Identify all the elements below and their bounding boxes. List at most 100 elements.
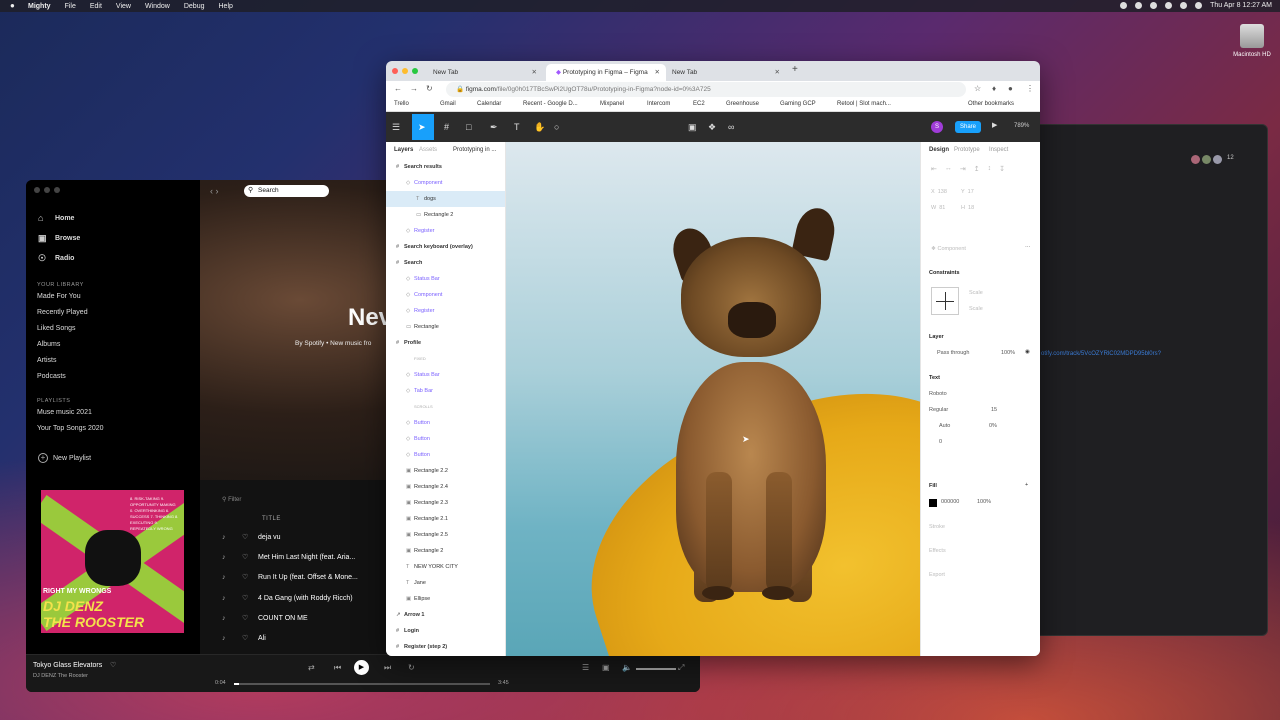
shape-tool-icon[interactable]: □ (466, 122, 471, 132)
reload-icon[interactable]: ↻ (426, 84, 433, 93)
layer-row[interactable]: ◇ Button (386, 447, 505, 463)
menu-icon[interactable]: ⋮ (1026, 84, 1034, 93)
share-button[interactable]: Share (955, 121, 981, 133)
layer-row[interactable]: ▣ Rectangle 2.5 (386, 527, 505, 543)
tab-layers[interactable]: Layers (394, 147, 413, 153)
layer-row[interactable]: ▭ Rectangle (386, 319, 505, 335)
bookmark[interactable]: Greenhouse (726, 101, 759, 107)
library-item[interactable]: Liked Songs (37, 325, 76, 332)
library-item[interactable]: Artists (37, 357, 56, 364)
history-nav[interactable]: ‹ › (210, 186, 219, 196)
bookmark[interactable]: Trello (394, 101, 409, 107)
line-height[interactable]: Auto (939, 423, 950, 429)
layer-row[interactable]: ◇ Component (386, 287, 505, 303)
track-row[interactable]: ♪ ♡ Run It Up (feat. Offset & Mone... (222, 573, 358, 582)
shuffle-icon[interactable]: ⇄ (308, 663, 315, 672)
library-item[interactable]: Podcasts (37, 373, 66, 380)
y-field[interactable]: Y 17 (961, 189, 974, 195)
library-item[interactable]: Albums (37, 341, 60, 348)
layer-row[interactable]: # Login (386, 623, 505, 639)
bookmark[interactable]: Gaming GCP (780, 101, 816, 107)
letter-spacing[interactable]: 0% (989, 423, 997, 429)
layer-row[interactable]: ◇ Register (386, 223, 505, 239)
close-window-button[interactable] (392, 68, 398, 74)
crop-icon[interactable]: ▣ (688, 122, 697, 133)
add-fill-icon[interactable]: + (1025, 482, 1028, 488)
bookmark[interactable]: Retool | Slot mach... (837, 101, 891, 107)
wifi-icon[interactable] (1165, 2, 1173, 9)
layer-row[interactable]: ▣ Rectangle 2.2 (386, 463, 505, 479)
align-left-icon[interactable]: ⇤ (931, 165, 937, 173)
menu-view[interactable]: View (116, 3, 131, 10)
search-input[interactable]: ⚲ Search (244, 185, 329, 197)
tab-inspect[interactable]: Inspect (989, 147, 1008, 153)
other-bookmarks[interactable]: Other bookmarks (968, 101, 1014, 107)
zoom-level[interactable]: 789% (1014, 123, 1029, 129)
heart-icon[interactable]: ♡ (242, 614, 258, 622)
playlist-item[interactable]: Muse music 2021 (37, 409, 92, 416)
status-icon[interactable] (1120, 2, 1128, 9)
close-tab-icon[interactable]: ✕ (532, 64, 537, 81)
h-field[interactable]: H 18 (961, 205, 974, 211)
playlist-item[interactable]: Your Top Songs 2020 (37, 425, 104, 432)
layer-row[interactable]: ◇ Component (386, 175, 505, 191)
bookmark[interactable]: Recent - Google D... (523, 101, 578, 107)
blend-mode[interactable]: Pass through (937, 350, 969, 356)
layer-row[interactable]: Tdogs (386, 191, 505, 207)
layer-row[interactable]: ▣ Rectangle 2.4 (386, 479, 505, 495)
bookmark[interactable]: Intercom (647, 101, 670, 107)
minimize-window-button[interactable] (402, 68, 408, 74)
now-playing-artist[interactable]: DJ DENZ The Rooster (33, 673, 88, 679)
background-window[interactable]: 12 otify.com/track/5VcOZYRlC02MDPD95bl0r… (1000, 124, 1268, 636)
status-icon[interactable] (1135, 2, 1143, 9)
new-playlist-button[interactable]: + New Playlist (38, 453, 91, 463)
fill-swatch[interactable] (929, 499, 937, 507)
tab-prototype[interactable]: Prototype (954, 147, 980, 153)
layer-opacity[interactable]: 100% (1001, 350, 1015, 356)
bookmark[interactable]: EC2 (693, 101, 705, 107)
browser-tab[interactable]: New Tab ✕ (662, 64, 786, 81)
star-icon[interactable]: ☆ (974, 84, 981, 93)
page-selector[interactable]: Prototyping in ... (453, 147, 496, 153)
horizontal-constraint[interactable]: Scale (969, 290, 983, 296)
volume-slider[interactable] (636, 668, 676, 670)
fullscreen-icon[interactable]: ⤢ (678, 663, 684, 673)
eye-icon[interactable]: ◉ (1025, 349, 1030, 355)
export-title[interactable]: Export (929, 572, 945, 578)
bookmark[interactable]: Calendar (477, 101, 501, 107)
nav-radio[interactable]: ☉ Radio (38, 254, 74, 263)
align-bottom-icon[interactable]: ↧ (999, 165, 1005, 173)
browser-tab[interactable]: New Tab ✕ (423, 64, 543, 81)
heart-icon[interactable]: ♡ (110, 661, 116, 669)
component-label[interactable]: ❖ Component (931, 246, 966, 252)
more-icon[interactable]: ⋯ (1025, 245, 1031, 251)
stroke-title[interactable]: Stroke (929, 524, 945, 530)
close-tab-icon[interactable]: ✕ (775, 64, 780, 81)
layer-row[interactable]: ▣ Rectangle 2 (386, 543, 505, 559)
layer-row[interactable]: ◇ Button (386, 431, 505, 447)
track-row[interactable]: ♪ ♡ COUNT ON ME (222, 614, 308, 623)
track-row[interactable]: ♪ ♡ Ali (222, 634, 266, 643)
vertical-constraint[interactable]: Scale (969, 306, 983, 312)
library-item[interactable]: Made For You (37, 293, 81, 300)
hand-tool-icon[interactable]: ✋ (534, 122, 545, 133)
constraints-widget[interactable] (931, 287, 959, 315)
control-center-icon[interactable] (1195, 2, 1203, 9)
x-field[interactable]: X 138 (931, 189, 947, 195)
status-icon[interactable] (1150, 2, 1158, 9)
heart-icon[interactable]: ♡ (242, 533, 258, 541)
dog-photo[interactable] (506, 142, 920, 656)
nav-browse[interactable]: ▣ Browse (38, 234, 80, 243)
queue-icon[interactable]: ☰ (582, 663, 589, 672)
layer-row[interactable]: # Profile (386, 335, 505, 351)
pen-tool-icon[interactable]: ✒ (490, 122, 498, 133)
nav-home[interactable]: ⌂ Home (38, 214, 74, 223)
layer-row[interactable]: ◇ Status Bar (386, 271, 505, 287)
heart-icon[interactable]: ♡ (242, 553, 258, 561)
fill-hex[interactable]: 000000 (941, 499, 959, 505)
font-family[interactable]: Roboto (929, 391, 947, 397)
layer-row[interactable]: ◇ Register (386, 303, 505, 319)
volume-icon[interactable]: 🔈 (622, 663, 632, 672)
frame-tool-icon[interactable]: # (444, 122, 449, 132)
forward-icon[interactable]: → (410, 84, 418, 93)
